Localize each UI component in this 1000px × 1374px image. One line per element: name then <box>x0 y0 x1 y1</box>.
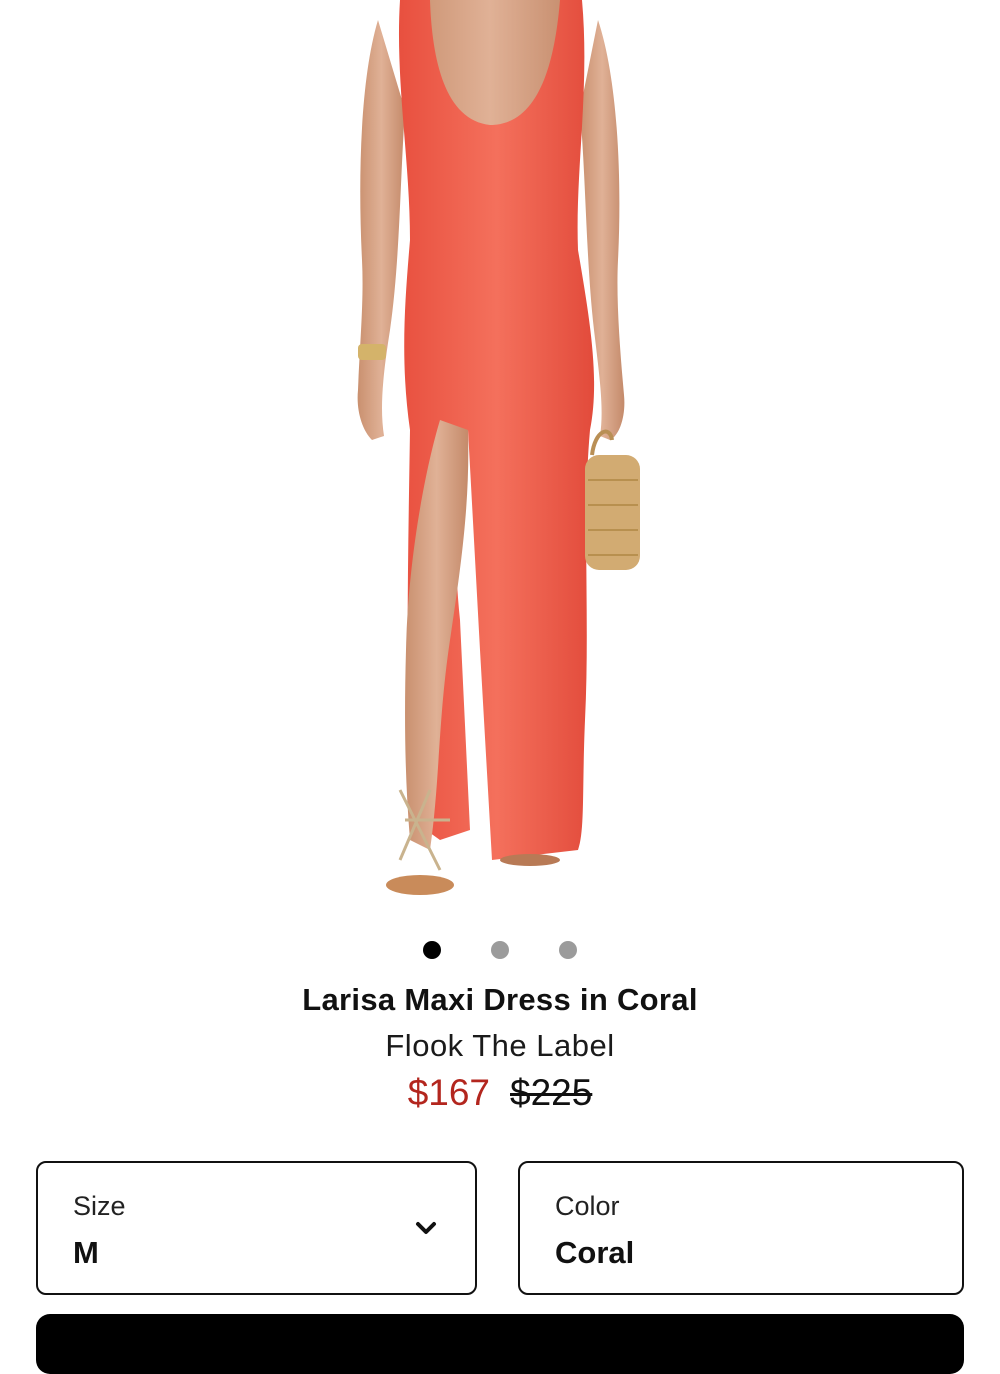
color-label: Color <box>555 1191 620 1221</box>
product-photo <box>357 0 640 895</box>
carousel-dot-2[interactable] <box>491 941 509 959</box>
size-label: Size <box>73 1191 126 1221</box>
add-to-bag-button[interactable] <box>36 1314 964 1374</box>
chevron-down-icon <box>416 1222 436 1234</box>
product-title: Larisa Maxi Dress in Coral <box>302 982 698 1017</box>
carousel-indicators <box>0 940 1000 960</box>
price-block: $167 $225 <box>0 1072 1000 1114</box>
size-value: M <box>73 1235 99 1270</box>
color-value: Coral <box>555 1235 635 1270</box>
carousel-dot-1[interactable] <box>423 941 441 959</box>
sale-price: $167 <box>407 1072 490 1113</box>
brand-name[interactable]: Flook The Label <box>0 1028 1000 1064</box>
carousel-dot-3[interactable] <box>559 941 577 959</box>
color-select[interactable]: Color Coral <box>518 1161 964 1295</box>
original-price: $225 <box>510 1072 593 1113</box>
size-select[interactable]: Size M <box>36 1161 477 1295</box>
product-image[interactable] <box>0 0 1000 920</box>
